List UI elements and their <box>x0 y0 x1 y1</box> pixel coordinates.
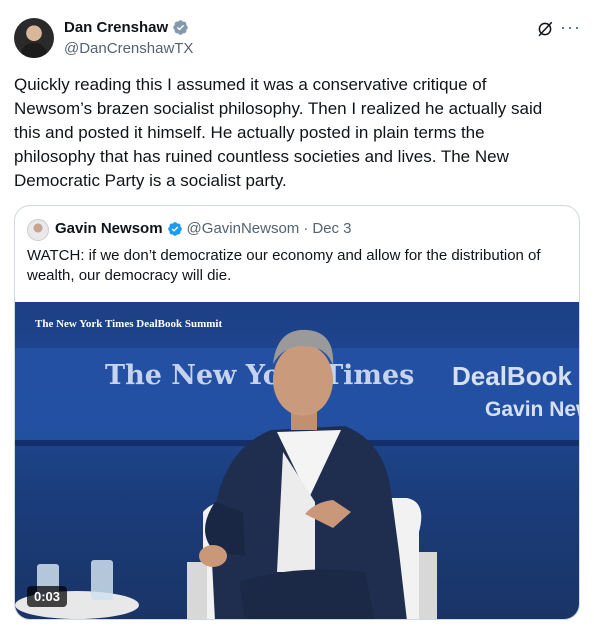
quoted-date: Dec 3 <box>312 220 352 237</box>
verified-badge-icon <box>173 20 188 35</box>
video-player[interactable]: The New York Times DealBook Summit The N… <box>15 302 579 619</box>
quoted-author-row: Gavin Newsom @GavinNewsom · Dec 3 <box>55 220 352 237</box>
quoted-text: WATCH: if we don’t democratize our econo… <box>27 247 541 284</box>
author-name[interactable]: Dan Crenshaw <box>64 19 168 36</box>
dot-separator: · <box>303 220 309 237</box>
author-handle[interactable]: @DanCrenshawTX <box>64 40 193 57</box>
tweet-text: Quickly reading this I assumed it was a … <box>14 75 543 190</box>
tweet: Dan Crenshaw @DanCrenshawTX ··· Quickly … <box>0 0 594 632</box>
grok-icon[interactable] <box>536 20 554 38</box>
author-name-row: Dan Crenshaw <box>64 19 189 36</box>
verified-badge-icon <box>167 221 182 236</box>
more-icon[interactable]: ··· <box>560 17 581 38</box>
quoted-author-name: Gavin Newsom <box>55 220 163 237</box>
quoted-author-handle: @GavinNewsom <box>186 220 300 237</box>
quoted-author-avatar <box>27 219 49 241</box>
video-timecode: 0:03 <box>27 586 68 607</box>
speaker-figure <box>15 329 437 619</box>
quoted-tweet[interactable]: Gavin Newsom @GavinNewsom · Dec 3 WATCH:… <box>14 205 580 620</box>
author-avatar[interactable] <box>14 18 54 58</box>
